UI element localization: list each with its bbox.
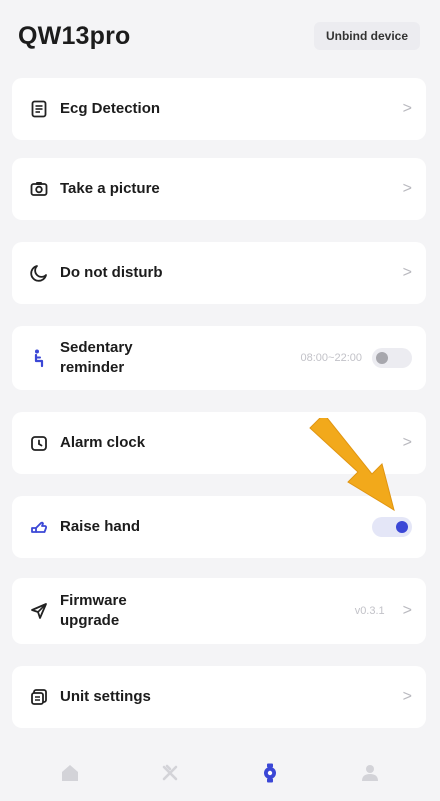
unit-settings-item[interactable]: Unit settings >: [12, 666, 426, 728]
chevron-right-icon: >: [402, 264, 412, 281]
do-not-disturb-label: Do not disturb: [60, 264, 163, 281]
firmware-upgrade-label: Firmware upgrade: [60, 592, 127, 629]
tab-watch[interactable]: [250, 753, 290, 793]
sedentary-reminder-toggle[interactable]: [372, 348, 412, 368]
firmware-version: v0.3.1: [354, 605, 385, 617]
take-picture-item[interactable]: Take a picture >: [12, 158, 426, 220]
alarm-clock-label: Alarm clock: [60, 434, 146, 451]
sitting-person-icon: [28, 347, 50, 369]
sedentary-reminder-label: Sedentary reminder: [60, 339, 133, 376]
camera-icon: [28, 178, 50, 200]
profile-icon: [362, 764, 378, 781]
chevron-right-icon: >: [402, 180, 412, 197]
hand-icon: [28, 516, 50, 538]
home-icon: [62, 764, 78, 781]
ecg-detection-label: Ecg Detection: [60, 100, 161, 117]
unit-settings-label: Unit settings: [60, 688, 151, 705]
take-picture-label: Take a picture: [60, 180, 160, 197]
alarm-clock-item[interactable]: Alarm clock >: [12, 412, 426, 474]
ecg-document-icon: [28, 98, 50, 120]
ecg-detection-item[interactable]: Ecg Detection >: [12, 78, 426, 140]
header: QW13pro Unbind device: [0, 0, 440, 72]
chevron-right-icon: >: [402, 602, 412, 619]
raise-hand-label: Raise hand: [60, 518, 141, 535]
watch-icon: [264, 763, 276, 782]
unbind-device-button[interactable]: Unbind device: [313, 22, 420, 50]
bottom-tab-bar: [0, 744, 440, 801]
tab-sport[interactable]: [150, 753, 190, 793]
firmware-upgrade-item[interactable]: Firmware upgrade v0.3.1 >: [12, 578, 426, 644]
chevron-right-icon: >: [402, 434, 412, 451]
do-not-disturb-item[interactable]: Do not disturb >: [12, 242, 426, 304]
chevron-right-icon: >: [402, 688, 412, 705]
sport-icon: [162, 764, 178, 780]
raise-hand-item[interactable]: Raise hand: [12, 496, 426, 558]
unit-settings-icon: [28, 686, 50, 708]
sedentary-reminder-item[interactable]: Sedentary reminder 08:00~22:00: [12, 326, 426, 390]
tab-profile[interactable]: [350, 753, 390, 793]
device-title: QW13pro: [18, 21, 131, 50]
paper-plane-icon: [28, 600, 50, 622]
raise-hand-toggle[interactable]: [372, 517, 412, 537]
sedentary-time-range: 08:00~22:00: [300, 352, 362, 364]
moon-icon: [28, 262, 50, 284]
alarm-clock-icon: [28, 432, 50, 454]
tab-home[interactable]: [50, 753, 90, 793]
chevron-right-icon: >: [402, 100, 412, 117]
